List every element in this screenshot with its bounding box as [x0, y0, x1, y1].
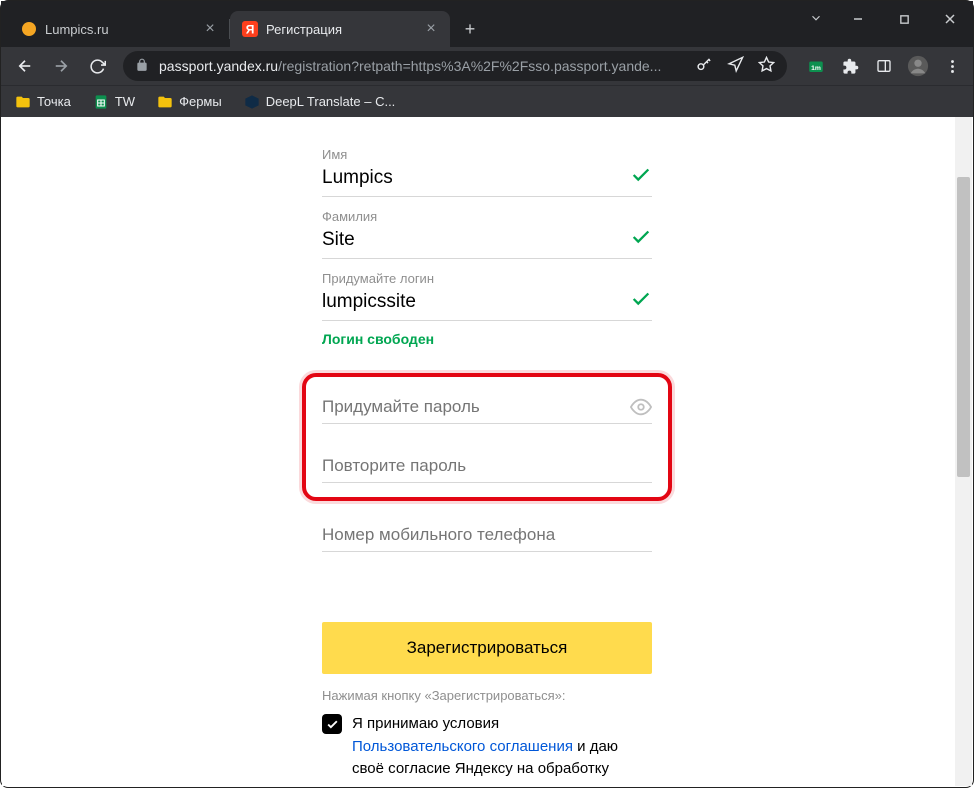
login-label: Придумайте логин	[322, 271, 652, 286]
share-icon[interactable]	[727, 56, 744, 76]
folder-icon	[15, 94, 31, 110]
favicon-yandex: Я	[242, 21, 258, 37]
svg-text:1m: 1m	[811, 65, 821, 72]
minimize-button[interactable]	[835, 1, 881, 37]
folder-icon	[157, 94, 173, 110]
password-highlight	[302, 373, 672, 501]
consent-text: Я принимаю условия Пользовательского сог…	[352, 713, 652, 781]
consent-title: Нажимая кнопку «Зарегистрироваться»:	[322, 688, 652, 703]
check-icon	[630, 288, 652, 316]
lastname-input[interactable]	[322, 227, 630, 253]
eye-icon[interactable]	[630, 396, 652, 418]
bookmark-tochka[interactable]: Точка	[11, 90, 75, 114]
scrollbar-track[interactable]	[955, 117, 972, 786]
lastname-field: Фамилия	[322, 209, 652, 259]
menu-button[interactable]	[939, 53, 965, 79]
avatar[interactable]	[905, 53, 931, 79]
bookmark-deepl[interactable]: DeepL Translate – C...	[240, 90, 400, 114]
tab-dropdown-icon[interactable]	[809, 11, 823, 30]
password-field	[322, 391, 652, 424]
back-button[interactable]	[9, 50, 41, 82]
reload-button[interactable]	[81, 50, 113, 82]
tab-lumpics[interactable]: Lumpics.ru ×	[9, 11, 229, 47]
star-icon[interactable]	[758, 56, 775, 76]
scrollbar-thumb[interactable]	[957, 177, 970, 477]
extensions-button[interactable]	[837, 53, 863, 79]
consent-checkbox[interactable]	[322, 714, 342, 734]
firstname-input[interactable]	[322, 165, 630, 191]
close-icon[interactable]: ×	[424, 22, 438, 36]
bookmark-label: DeepL Translate – C...	[266, 94, 396, 109]
login-status: Логин свободен	[322, 331, 652, 347]
check-icon	[630, 164, 652, 192]
window-controls	[835, 1, 973, 37]
firstname-label: Имя	[322, 147, 652, 162]
url-text: passport.yandex.ru/registration?retpath=…	[159, 58, 688, 74]
firstname-field: Имя	[322, 147, 652, 197]
close-button[interactable]	[927, 1, 973, 37]
extension-icons: 1m	[803, 53, 965, 79]
ext-icon-1[interactable]: 1m	[803, 53, 829, 79]
page-content: Имя Фамилия Придумайте логин Логин свобо…	[2, 117, 972, 786]
svg-text:Я: Я	[246, 23, 255, 37]
phone-field	[322, 519, 652, 552]
browser-titlebar: Lumpics.ru × Я Регистрация × +	[1, 1, 973, 47]
address-bar[interactable]: passport.yandex.ru/registration?retpath=…	[123, 51, 787, 81]
bookmark-label: TW	[115, 94, 135, 109]
tab-strip: Lumpics.ru × Я Регистрация × +	[9, 11, 484, 47]
consent-row: Я принимаю условия Пользовательского сог…	[322, 713, 652, 781]
bookmark-tw[interactable]: TW	[89, 90, 139, 114]
panel-icon[interactable]	[871, 53, 897, 79]
password-confirm-input[interactable]	[322, 450, 652, 482]
key-icon[interactable]	[696, 56, 713, 76]
check-icon	[630, 226, 652, 254]
bookmark-fermy[interactable]: Фермы	[153, 90, 226, 114]
new-tab-button[interactable]: +	[456, 15, 484, 43]
lock-icon	[135, 58, 149, 75]
maximize-button[interactable]	[881, 1, 927, 37]
login-input[interactable]	[322, 289, 630, 315]
lastname-label: Фамилия	[322, 209, 652, 224]
login-field: Придумайте логин Логин свободен	[322, 271, 652, 347]
registration-form: Имя Фамилия Придумайте логин Логин свобо…	[322, 117, 652, 781]
tab-title: Регистрация	[266, 22, 418, 37]
register-button[interactable]: Зарегистрироваться	[322, 622, 652, 674]
favicon-lumpics	[21, 21, 37, 37]
password-input[interactable]	[322, 391, 630, 423]
forward-button[interactable]	[45, 50, 77, 82]
password-confirm-field	[322, 450, 652, 483]
bookmarks-bar: Точка TW Фермы DeepL Translate – C...	[1, 85, 973, 117]
bookmark-label: Фермы	[179, 94, 222, 109]
tab-registration[interactable]: Я Регистрация ×	[230, 11, 450, 47]
sheets-icon	[93, 94, 109, 110]
deepl-icon	[244, 94, 260, 110]
terms-link[interactable]: Пользовательского соглашения	[352, 738, 573, 755]
close-icon[interactable]: ×	[203, 22, 217, 36]
bookmark-label: Точка	[37, 94, 71, 109]
phone-input[interactable]	[322, 519, 652, 551]
browser-toolbar: passport.yandex.ru/registration?retpath=…	[1, 47, 973, 85]
tab-title: Lumpics.ru	[45, 22, 197, 37]
